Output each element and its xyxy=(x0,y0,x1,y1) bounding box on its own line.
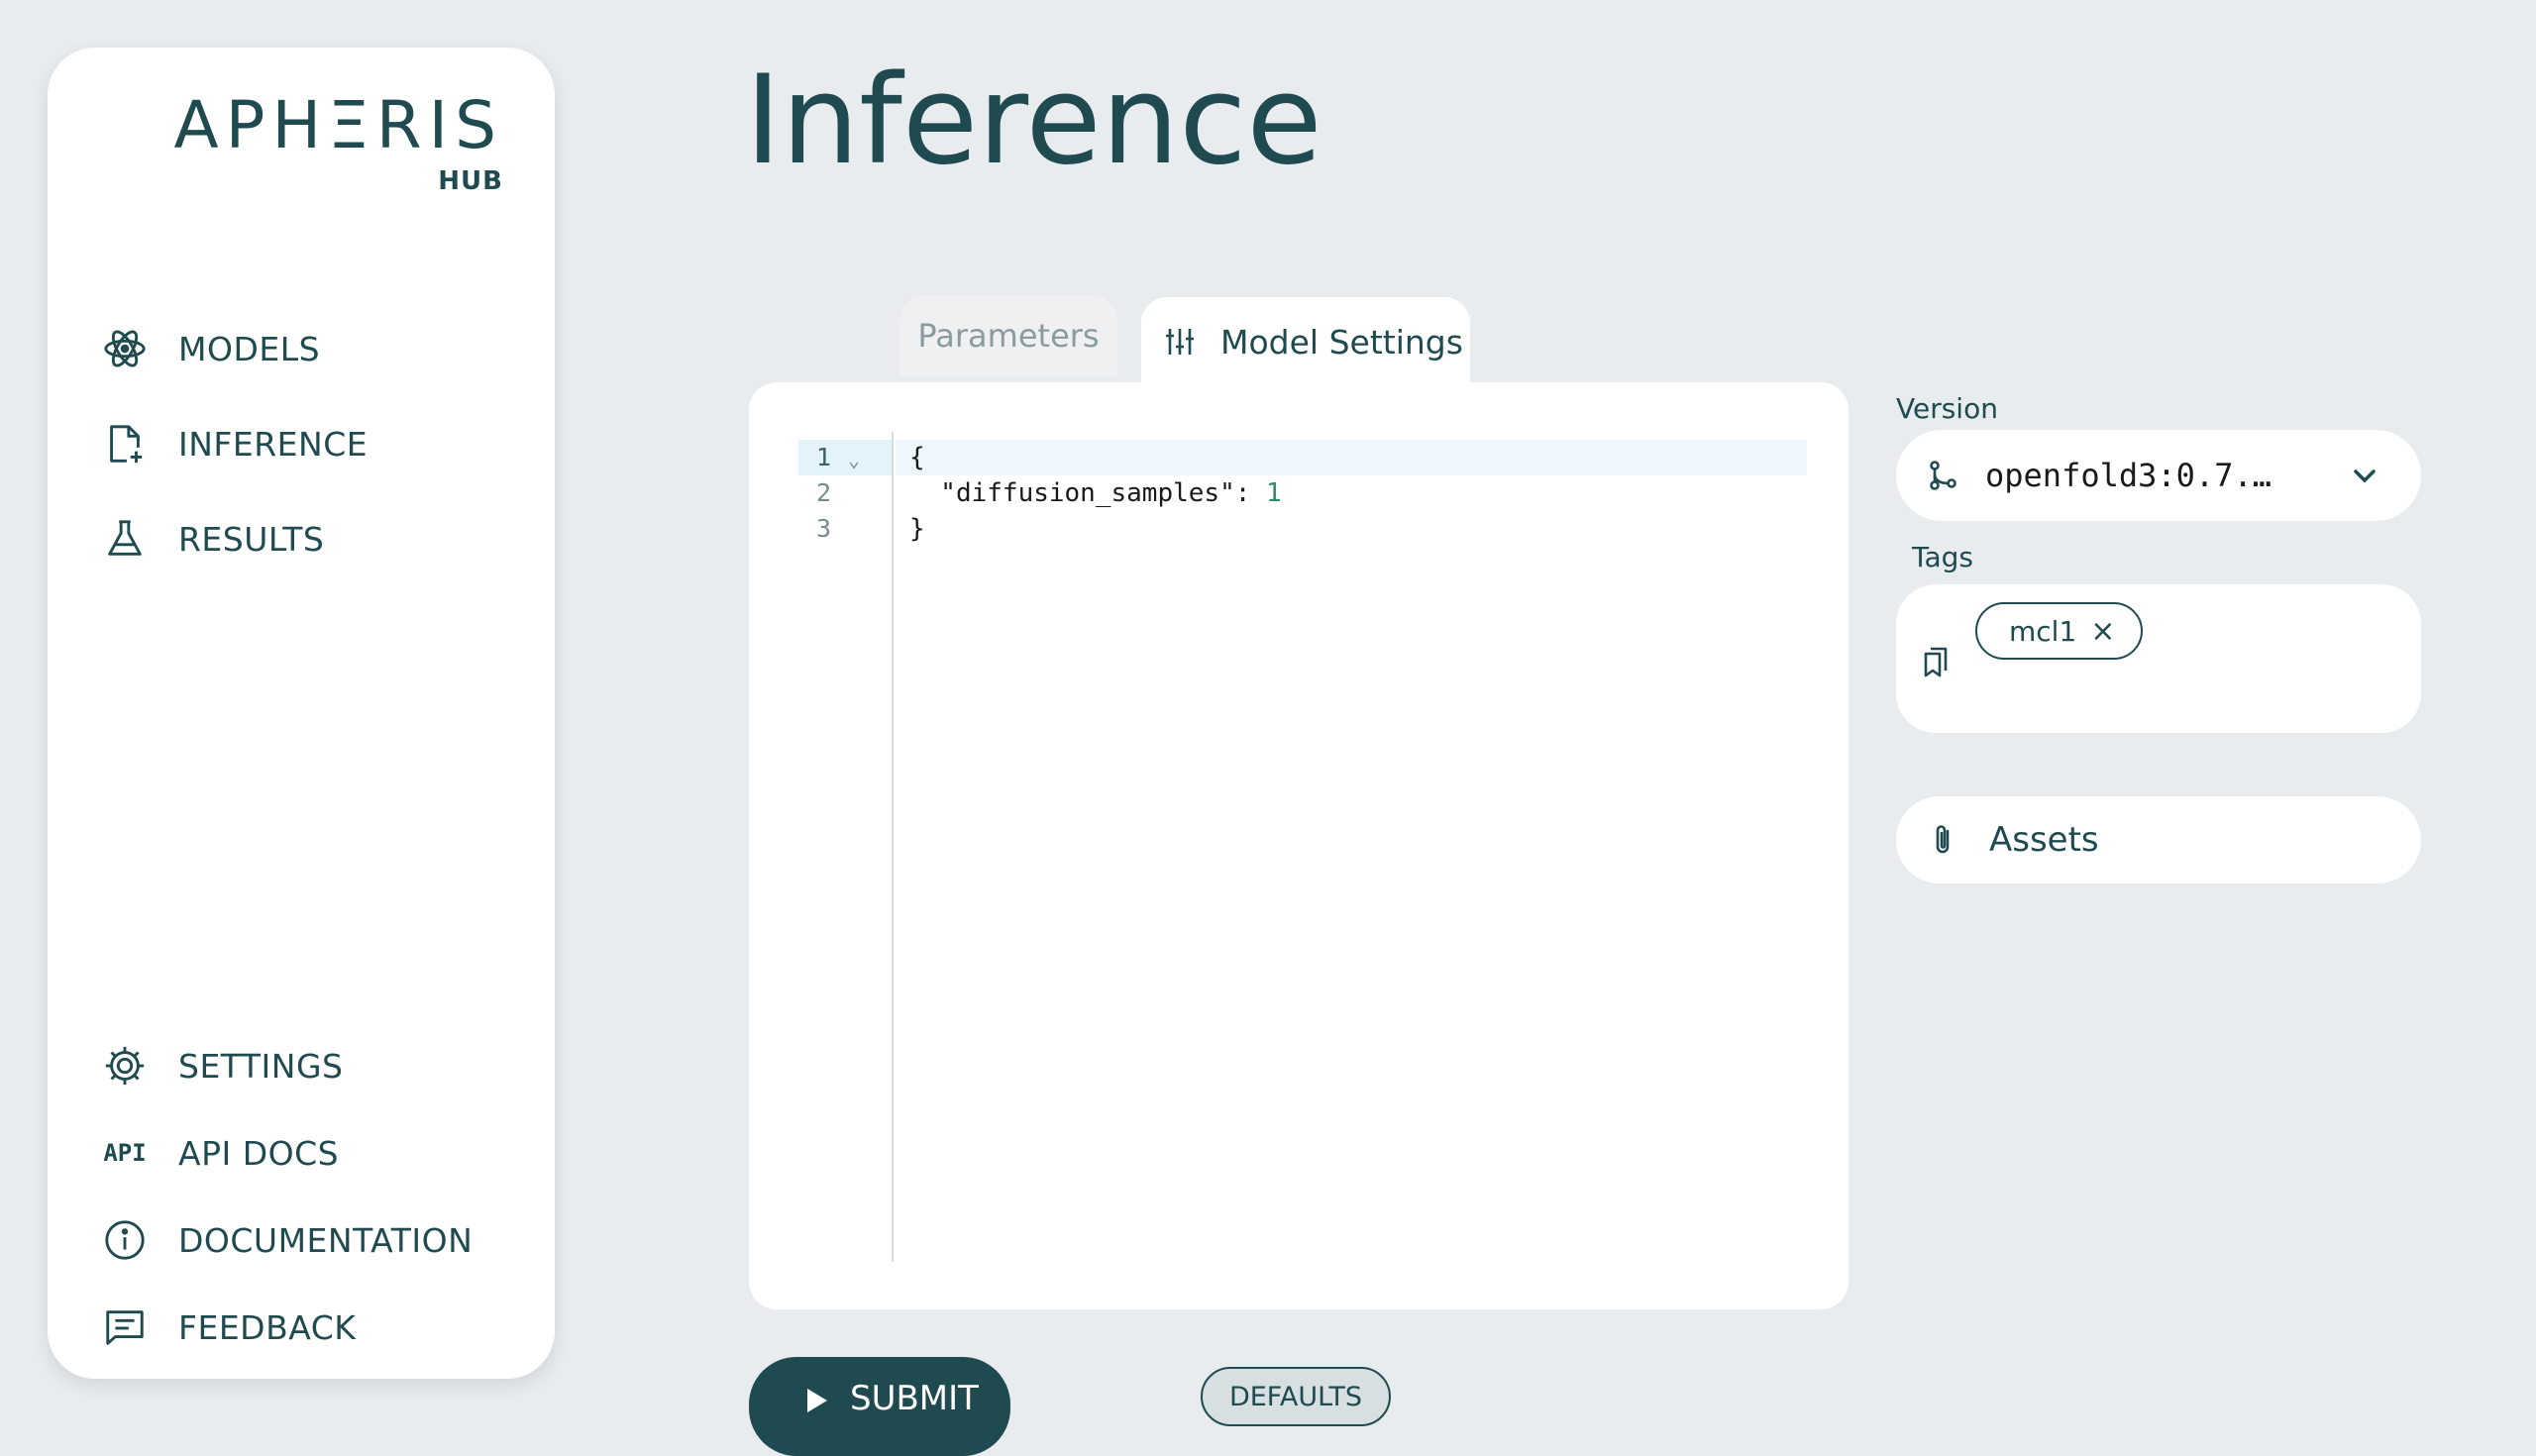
code-line[interactable]: "diffusion_samples": 1 xyxy=(896,475,1807,511)
version-select[interactable]: openfold3:0.7.… xyxy=(1896,430,2421,521)
paperclip-icon xyxy=(1936,825,1950,854)
assets-label: Assets xyxy=(1989,820,2099,860)
sidebar-item-label: FEEDBACK xyxy=(178,1307,357,1347)
sidebar-item-label: RESULTS xyxy=(178,519,325,559)
line-number: 1 ⌄ xyxy=(798,440,894,475)
tab-label: Model Settings xyxy=(1220,322,1463,362)
submit-label: SUBMIT xyxy=(850,1379,979,1418)
message-icon xyxy=(101,1303,149,1351)
apheris-logo[interactable]: APHΞRIS HUB xyxy=(173,87,504,197)
version-value: openfold3:0.7.… xyxy=(1985,457,2272,494)
code-line[interactable]: } xyxy=(896,511,1807,547)
tab-model-settings[interactable]: Model Settings xyxy=(1141,297,1470,386)
line-number: 3 xyxy=(816,514,832,543)
file-plus-icon xyxy=(101,420,149,468)
tag-chip[interactable]: mcl1 × xyxy=(1975,602,2144,660)
assets-button[interactable]: Assets xyxy=(1896,796,2421,884)
logo-wordmark: APHΞRIS xyxy=(173,87,503,163)
version-label: Version xyxy=(1896,392,1998,425)
info-icon xyxy=(101,1216,149,1264)
bookmarks-icon xyxy=(1924,647,1948,677)
submit-button[interactable]: SUBMIT xyxy=(749,1357,1010,1456)
sidebar-item-inference[interactable]: INFERENCE xyxy=(101,416,368,471)
defaults-button[interactable]: DEFAULTS xyxy=(1201,1367,1391,1426)
flask-icon xyxy=(101,515,149,563)
chevron-down-icon xyxy=(2354,469,2376,483)
api-icon: API xyxy=(103,1139,147,1167)
sidebar-item-label: SETTINGS xyxy=(178,1046,344,1086)
code-line[interactable]: { xyxy=(896,440,1807,475)
tab-parameters[interactable]: Parameters xyxy=(899,295,1117,376)
line-number: 2 xyxy=(816,478,832,507)
sidebar-item-label: DOCUMENTATION xyxy=(178,1220,474,1260)
page-title: Inference xyxy=(745,50,1322,192)
tags-label: Tags xyxy=(1912,541,1973,573)
editor-gutter: 1 ⌄ 2 3 xyxy=(798,440,894,547)
tag-label: mcl1 xyxy=(2009,614,2077,648)
sidebar-item-feedback[interactable]: FEEDBACK xyxy=(101,1300,356,1355)
json-editor[interactable]: 1 ⌄ 2 3 { "diffusion_samples": 1 } xyxy=(749,382,1849,1309)
sidebar-item-documentation[interactable]: DOCUMENTATION xyxy=(101,1212,473,1268)
sidebar-item-label: INFERENCE xyxy=(178,424,369,464)
sidebar: APHΞRIS HUB MODELS INFERENCE RESULTS SET… xyxy=(48,48,555,1379)
sidebar-item-settings[interactable]: SETTINGS xyxy=(101,1038,343,1093)
tags-input[interactable]: mcl1 × xyxy=(1896,584,2421,733)
fold-chevron-icon[interactable]: ⌄ xyxy=(848,442,860,477)
sidebar-item-models[interactable]: MODELS xyxy=(101,321,320,376)
tab-label: Parameters xyxy=(917,317,1100,355)
sidebar-item-label: MODELS xyxy=(178,329,321,368)
code-number: 1 xyxy=(1266,478,1282,508)
close-icon[interactable]: × xyxy=(2090,614,2115,649)
sliders-icon xyxy=(1166,329,1194,355)
sidebar-item-results[interactable]: RESULTS xyxy=(101,511,324,567)
play-icon xyxy=(807,1389,827,1412)
sidebar-item-api-docs[interactable]: API API DOCS xyxy=(101,1125,339,1181)
editor-code[interactable]: { "diffusion_samples": 1 } xyxy=(896,440,1807,547)
gutter-divider xyxy=(892,432,894,1262)
atom-icon xyxy=(101,325,149,372)
gear-icon xyxy=(101,1042,149,1090)
branch-icon xyxy=(1930,461,1956,490)
logo-sub: HUB xyxy=(438,166,503,196)
sidebar-item-label: API DOCS xyxy=(178,1133,340,1173)
